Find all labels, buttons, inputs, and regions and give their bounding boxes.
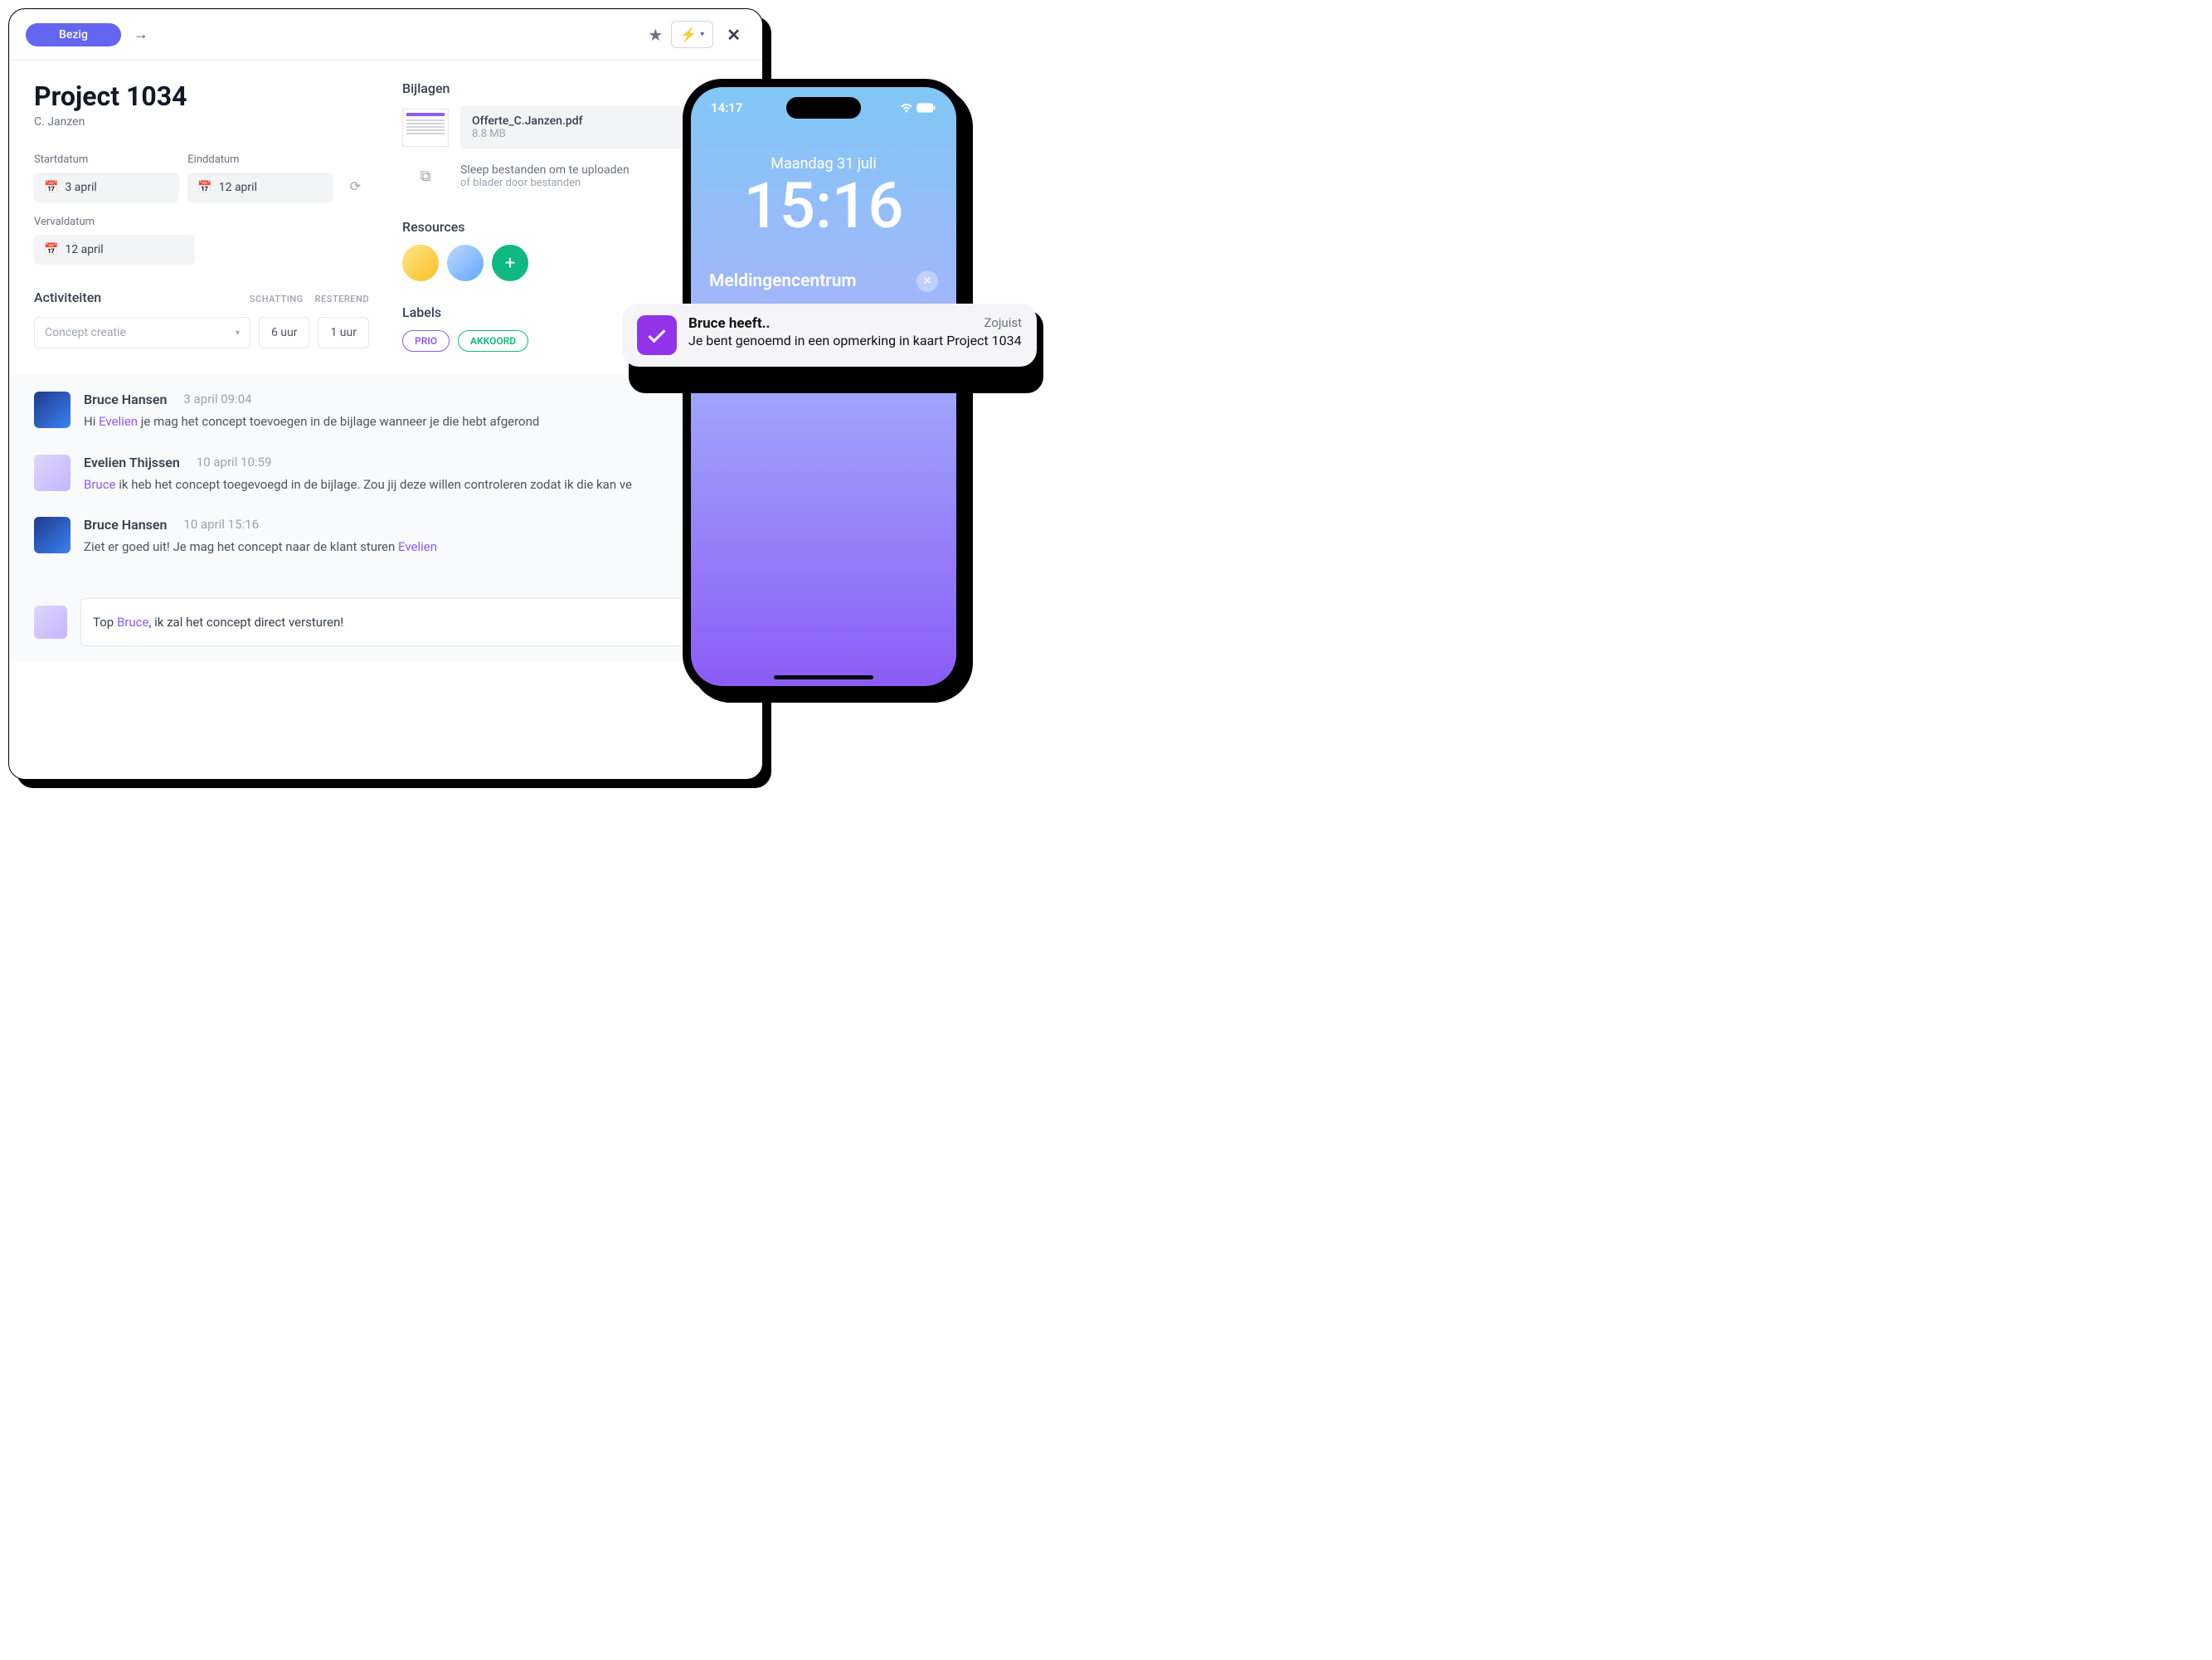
add-resource-button[interactable]: + xyxy=(492,245,528,281)
upload-text-2: of blader door bestanden xyxy=(460,177,630,189)
comment-item: Bruce Hansen 3 april 09:04 Hi Evelien je… xyxy=(34,392,737,431)
project-owner: C. Janzen xyxy=(34,115,369,129)
label-prio[interactable]: PRIO xyxy=(402,330,450,352)
comment-text: Hi Evelien je mag het concept toevoegen … xyxy=(84,412,737,431)
mention: Evelien xyxy=(398,539,437,554)
attachments-title: Bijlagen xyxy=(402,80,737,96)
notification-title: Bruce heeft.. xyxy=(688,315,770,332)
card-header: Bezig → ★ ⚡ ▾ ✕ xyxy=(9,9,762,61)
activity-select[interactable]: Concept creatie ▾ xyxy=(34,317,250,348)
end-date-value: 12 april xyxy=(219,181,257,194)
notification-center-title: Meldingencentrum xyxy=(709,271,857,291)
end-date-input[interactable]: 📅 12 april xyxy=(187,173,333,202)
push-notification[interactable]: Bruce heeft.. Zojuist Je bent genoemd in… xyxy=(622,304,1037,367)
estimate-input[interactable]: 6 uur xyxy=(259,317,310,348)
copy-icon: ⧉ xyxy=(402,168,449,185)
mention: Bruce xyxy=(84,477,116,492)
comment-composer: Top Bruce, ik zal het concept direct ver… xyxy=(9,588,762,661)
start-date-input[interactable]: 📅 3 april xyxy=(34,173,179,202)
comments-section: Bruce Hansen 3 april 09:04 Hi Evelien je… xyxy=(9,375,762,588)
end-date-label: Einddatum xyxy=(187,153,333,166)
comment-avatar xyxy=(34,392,70,428)
comment-avatar xyxy=(34,455,70,491)
comment-time: 10 april 10:59 xyxy=(197,455,272,470)
composer-avatar xyxy=(34,606,67,639)
project-title: Project 1034 xyxy=(34,80,369,112)
comment-text: Bruce ik heb het concept toegevoegd in d… xyxy=(84,475,737,494)
chevron-down-icon: ▾ xyxy=(700,30,704,39)
comment-author: Bruce Hansen xyxy=(84,517,167,533)
activity-placeholder: Concept creatie xyxy=(45,326,126,339)
sync-icon[interactable]: ⟳ xyxy=(342,170,369,202)
calendar-icon: 📅 xyxy=(44,181,58,194)
chevron-down-icon: ▾ xyxy=(236,329,240,338)
composer-text: Top Bruce, ik zal het concept direct ver… xyxy=(93,615,343,630)
upload-text-1: Sleep bestanden om te uploaden xyxy=(460,163,630,177)
battery-icon xyxy=(916,103,936,113)
comment-avatar xyxy=(34,517,70,553)
activities-title: Activiteiten xyxy=(34,290,101,305)
composer-input[interactable]: Top Bruce, ik zal het concept direct ver… xyxy=(80,598,737,646)
remaining-input[interactable]: 1 uur xyxy=(318,317,369,348)
status-time: 14:17 xyxy=(711,100,742,115)
mention: Evelien xyxy=(99,414,138,429)
comment-item: Evelien Thijssen 10 april 10:59 Bruce ik… xyxy=(34,455,737,494)
home-indicator xyxy=(774,675,873,679)
comment-text: Ziet er goed uit! Je mag het concept naa… xyxy=(84,538,737,557)
lock-time: 15:16 xyxy=(691,174,956,237)
project-card: Bezig → ★ ⚡ ▾ ✕ Project 1034 C. Janzen S… xyxy=(8,8,763,780)
col-remaining-label: RESTEREND xyxy=(315,294,369,304)
due-date-input[interactable]: 📅 12 april xyxy=(34,235,195,265)
close-icon[interactable]: ✕ xyxy=(722,25,746,45)
resource-avatar-1[interactable] xyxy=(402,245,439,281)
due-date-value: 12 april xyxy=(65,243,103,256)
comment-time: 3 april 09:04 xyxy=(183,392,251,407)
actions-menu[interactable]: ⚡ ▾ xyxy=(671,21,713,48)
calendar-icon: 📅 xyxy=(197,181,211,194)
col-estimate-label: SCHATTING xyxy=(250,294,304,304)
comment-author: Bruce Hansen xyxy=(84,392,167,407)
comment-author: Evelien Thijssen xyxy=(84,455,180,470)
app-icon xyxy=(637,315,677,355)
dynamic-island xyxy=(786,97,861,119)
document-thumb-icon xyxy=(402,109,449,147)
due-date-label: Vervaldatum xyxy=(34,216,195,228)
comment-item: Bruce Hansen 10 april 15:16 Ziet er goed… xyxy=(34,517,737,557)
next-status-button[interactable]: → xyxy=(129,23,153,46)
comment-time: 10 april 15:16 xyxy=(183,517,259,533)
wifi-icon xyxy=(900,103,913,113)
notification-center-close[interactable]: ✕ xyxy=(916,270,938,292)
resource-avatar-2[interactable] xyxy=(447,245,484,281)
calendar-icon: 📅 xyxy=(44,243,58,256)
start-date-label: Startdatum xyxy=(34,153,179,166)
label-akkoord[interactable]: AKKOORD xyxy=(458,330,528,352)
lightning-icon: ⚡ xyxy=(680,27,697,42)
status-badge[interactable]: Bezig xyxy=(26,23,121,46)
star-icon[interactable]: ★ xyxy=(648,25,663,45)
notification-message: Je bent genoemd in een opmerking in kaar… xyxy=(688,332,1022,350)
mention: Bruce xyxy=(117,615,149,630)
notification-time: Zojuist xyxy=(984,315,1022,332)
start-date-value: 3 april xyxy=(65,181,96,194)
